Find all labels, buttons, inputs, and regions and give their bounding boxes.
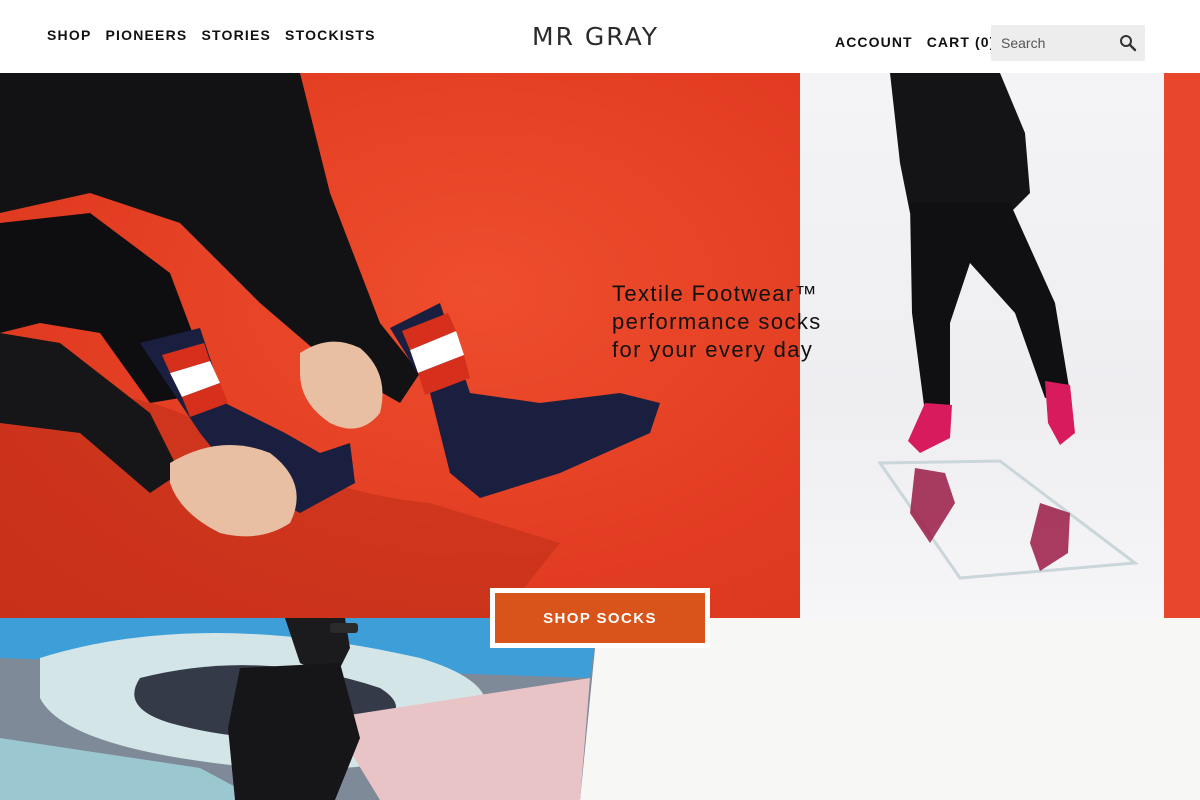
search-icon[interactable]: [1119, 34, 1137, 52]
site-header: SHOP PIONEERS STORIES STOCKISTS MR GRAY …: [0, 0, 1200, 73]
main-nav: SHOP PIONEERS STORIES STOCKISTS: [47, 27, 376, 43]
tagline-line-1: Textile Footwear™: [612, 281, 818, 306]
search-box: [991, 25, 1145, 61]
hero-photo-standing: [800, 73, 1164, 618]
nav-stockists[interactable]: STOCKISTS: [285, 27, 376, 43]
cart-link[interactable]: CART (0): [927, 34, 996, 50]
hero-accent-strip: [1164, 73, 1200, 618]
cta-frame: SHOP SOCKS: [490, 588, 710, 648]
tagline-line-3: for your every day: [612, 337, 814, 362]
nav-pioneers[interactable]: PIONEERS: [105, 27, 187, 43]
hero-banner: Textile Footwear™ performance socks for …: [0, 73, 1200, 618]
brand-logo[interactable]: MR GRAY: [532, 22, 659, 51]
utility-nav: ACCOUNT CART (0): [835, 34, 995, 50]
tagline-line-2: performance socks: [612, 309, 822, 334]
nav-stories[interactable]: STORIES: [201, 27, 271, 43]
nav-shop[interactable]: SHOP: [47, 27, 91, 43]
hero-tagline: Textile Footwear™ performance socks for …: [612, 280, 822, 364]
account-link[interactable]: ACCOUNT: [835, 34, 913, 50]
search-input[interactable]: [991, 25, 1115, 61]
standing-person-illustration: [877, 73, 1140, 580]
shop-socks-button[interactable]: SHOP SOCKS: [495, 593, 705, 643]
